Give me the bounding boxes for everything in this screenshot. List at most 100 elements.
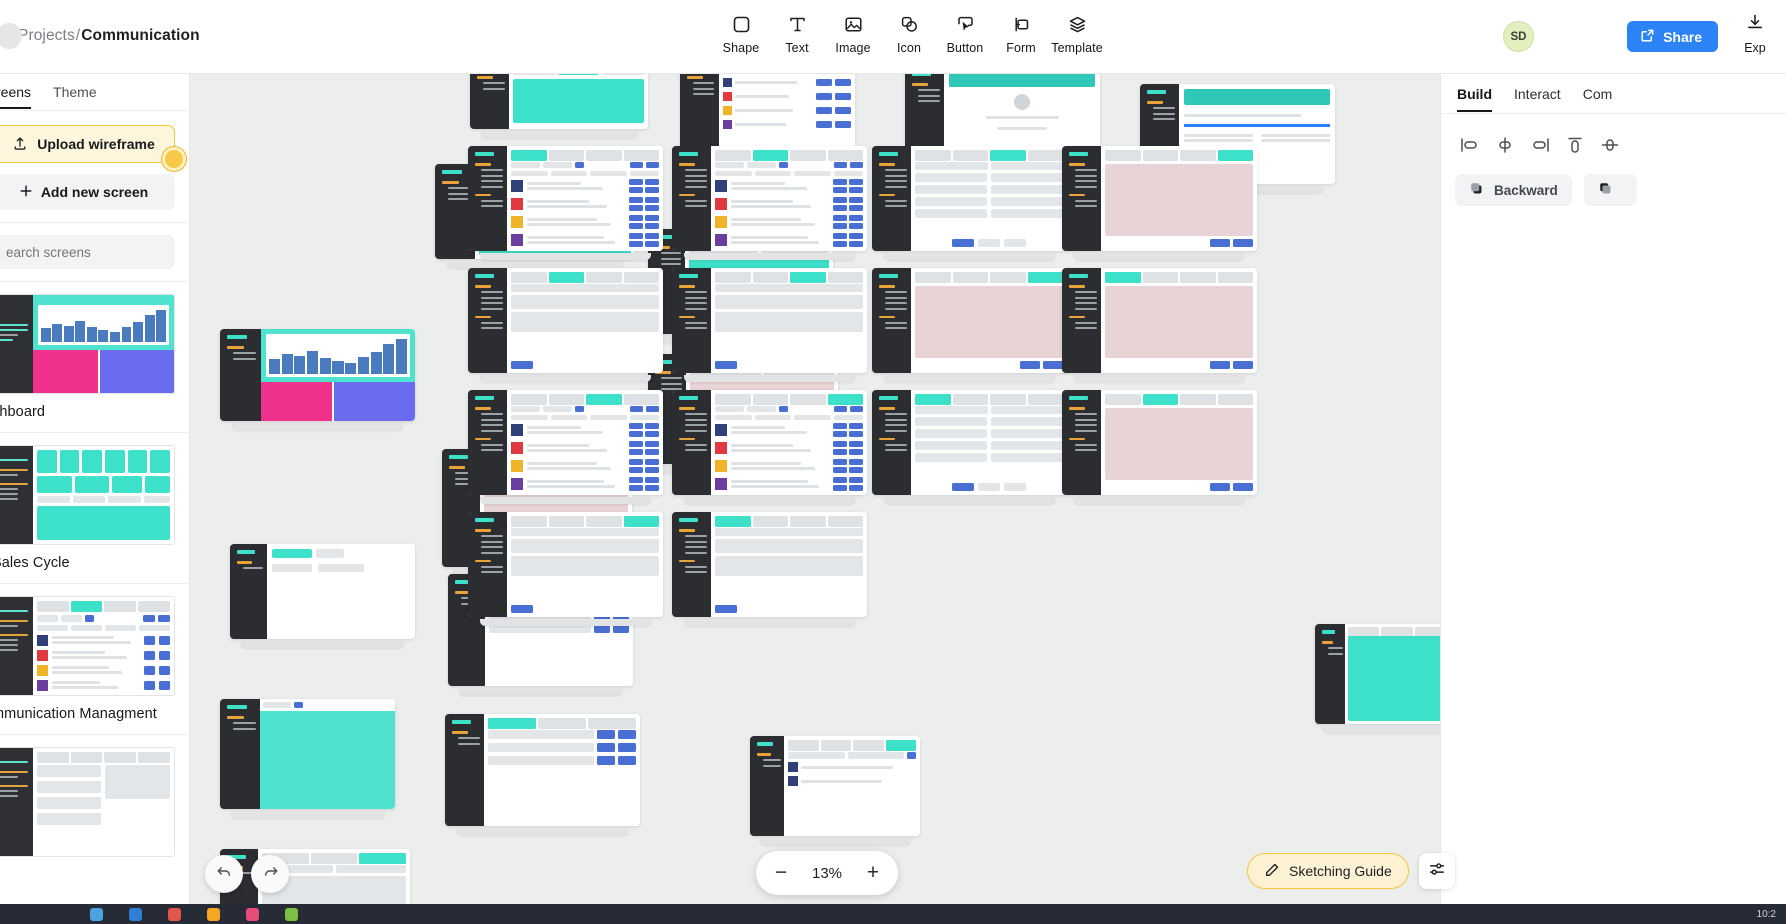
taskbar-icon[interactable] bbox=[246, 907, 259, 921]
wireframe-card[interactable] bbox=[230, 544, 415, 648]
layer-order-buttons: Backward bbox=[1441, 156, 1786, 206]
wireframe-card[interactable] bbox=[648, 354, 838, 473]
icon-icon bbox=[899, 12, 920, 36]
align-left-icon[interactable] bbox=[1459, 134, 1481, 156]
thumb-body bbox=[32, 597, 174, 695]
breadcrumb-avatar bbox=[0, 23, 22, 49]
sketching-guide-button[interactable]: Sketching Guide bbox=[1247, 853, 1409, 889]
tool-text[interactable]: Text bbox=[769, 9, 825, 55]
search-screens-box[interactable] bbox=[0, 235, 185, 269]
list-item[interactable]: Sales Cycle bbox=[0, 432, 189, 583]
taskbar-icon[interactable] bbox=[207, 907, 220, 921]
layer-backward-icon bbox=[1469, 181, 1485, 200]
search-screens-wrap bbox=[0, 223, 189, 281]
screen-thumbnail bbox=[0, 596, 175, 696]
zoom-level: 13% bbox=[811, 864, 843, 882]
wireframe-card[interactable] bbox=[1140, 84, 1335, 193]
screen-thumbnail bbox=[0, 445, 175, 545]
export-button[interactable]: Exp bbox=[1724, 12, 1786, 55]
wireframe-card[interactable] bbox=[448, 574, 633, 695]
tool-template[interactable]: Template bbox=[1049, 9, 1105, 55]
wireframe-card[interactable] bbox=[220, 699, 395, 818]
wireframe-card[interactable] bbox=[442, 449, 632, 576]
sketching-guide-label: Sketching Guide bbox=[1289, 863, 1392, 879]
screen-name: shboard bbox=[0, 404, 46, 420]
list-item[interactable]: shboard bbox=[0, 281, 189, 432]
add-new-screen-button[interactable]: Add new screen bbox=[0, 174, 175, 210]
pencil-icon bbox=[1264, 862, 1280, 881]
zoom-out-button[interactable]: − bbox=[764, 856, 798, 890]
plus-icon bbox=[19, 184, 33, 201]
align-right-icon[interactable] bbox=[1529, 134, 1551, 156]
button-icon bbox=[955, 12, 976, 36]
list-item[interactable] bbox=[0, 734, 189, 879]
upload-icon bbox=[12, 135, 28, 154]
wireframe-canvas[interactable] bbox=[190, 74, 1440, 924]
screen-list: shboard bbox=[0, 281, 189, 879]
share-button[interactable]: Share bbox=[1627, 21, 1718, 52]
screen-thumbnail bbox=[0, 747, 175, 857]
tool-icon[interactable]: Icon bbox=[881, 9, 937, 55]
layer-forward-icon bbox=[1598, 181, 1614, 200]
zoom-control: − 13% + bbox=[756, 851, 898, 895]
os-taskbar: 10:2 bbox=[0, 904, 1786, 924]
top-toolbar: Projects/Communication Shape Text Image bbox=[0, 0, 1786, 74]
wireframe-card[interactable] bbox=[220, 329, 415, 430]
wireframe-card[interactable] bbox=[445, 714, 640, 835]
breadcrumb-project[interactable]: Projects bbox=[18, 27, 75, 44]
panel-tabs: Build Interact Com bbox=[1441, 74, 1786, 114]
taskbar-icon[interactable] bbox=[285, 907, 298, 921]
image-icon bbox=[843, 12, 864, 36]
redo-button[interactable] bbox=[251, 855, 289, 893]
tool-form[interactable]: Form bbox=[993, 9, 1049, 55]
search-input[interactable] bbox=[4, 243, 185, 261]
thumb-nav bbox=[0, 748, 33, 856]
align-center-vertical-icon[interactable] bbox=[1599, 134, 1621, 156]
align-top-icon[interactable] bbox=[1564, 134, 1586, 156]
canvas-settings-button[interactable] bbox=[1418, 853, 1455, 889]
wireframe-card[interactable] bbox=[470, 74, 648, 138]
screen-name: mmunication Managment bbox=[0, 706, 157, 722]
breadcrumb-current: Communication bbox=[81, 27, 200, 44]
zoom-in-button[interactable]: + bbox=[856, 856, 890, 890]
tool-image-label: Image bbox=[835, 41, 871, 55]
thumb-body bbox=[32, 295, 174, 393]
tab-interact[interactable]: Interact bbox=[1514, 86, 1561, 110]
tab-build[interactable]: Build bbox=[1457, 86, 1492, 112]
wireframe-card[interactable] bbox=[905, 74, 1100, 175]
taskbar-icon[interactable] bbox=[129, 907, 142, 921]
app-root: Projects/Communication Shape Text Image bbox=[0, 0, 1786, 924]
upload-wireframe-button[interactable]: Upload wireframe bbox=[0, 125, 186, 171]
tab-comments[interactable]: Com bbox=[1583, 86, 1613, 110]
undo-redo-controls bbox=[205, 855, 289, 893]
template-icon bbox=[1067, 12, 1088, 36]
sidebar-tab-screens[interactable]: reens bbox=[0, 84, 32, 109]
align-center-horizontal-icon[interactable] bbox=[1494, 134, 1516, 156]
list-item[interactable]: mmunication Managment bbox=[0, 583, 189, 734]
taskbar-icon[interactable] bbox=[90, 907, 103, 921]
bring-forward-button[interactable] bbox=[1583, 174, 1637, 206]
undo-button[interactable] bbox=[205, 855, 243, 893]
taskbar-icon[interactable] bbox=[168, 907, 181, 921]
canvas-footer-controls: Sketching Guide bbox=[1247, 853, 1455, 889]
insert-tools: Shape Text Image Icon Button Form Templa… bbox=[713, 9, 1105, 55]
text-icon bbox=[787, 12, 808, 36]
thumb-nav bbox=[0, 295, 33, 393]
wireframe-card[interactable] bbox=[435, 164, 635, 268]
breadcrumb: Projects/Communication bbox=[0, 23, 200, 49]
sidebar-tab-theme[interactable]: Theme bbox=[53, 84, 97, 107]
screens-sidebar: reens Theme Upload wireframe Add new scr… bbox=[0, 74, 190, 924]
tool-shape[interactable]: Shape bbox=[713, 9, 769, 55]
redo-icon bbox=[261, 862, 280, 886]
external-link-icon bbox=[1640, 28, 1655, 46]
avatar[interactable]: SD bbox=[1503, 21, 1534, 52]
send-backward-button[interactable]: Backward bbox=[1455, 174, 1572, 206]
wireframe-card[interactable] bbox=[680, 74, 855, 163]
sidebar-actions: Upload wireframe Add new screen bbox=[0, 111, 189, 222]
tool-button[interactable]: Button bbox=[937, 9, 993, 55]
tool-button-label: Button bbox=[946, 41, 984, 55]
sliders-icon bbox=[1428, 860, 1446, 883]
thumb-nav bbox=[0, 446, 33, 544]
tool-image[interactable]: Image bbox=[825, 9, 881, 55]
wireframe-card[interactable] bbox=[648, 229, 833, 343]
